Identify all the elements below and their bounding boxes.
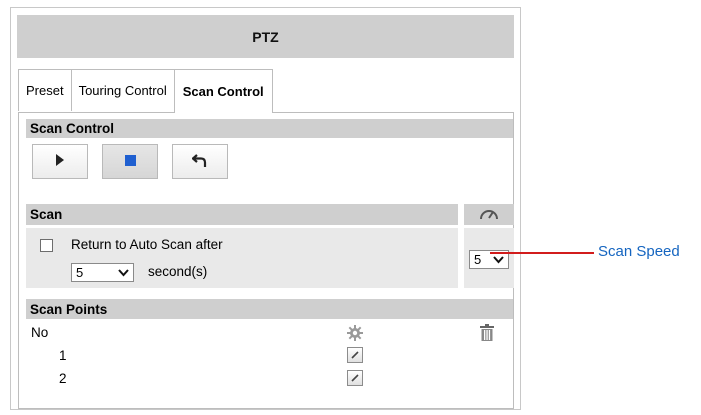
scan-control-content: Scan Control Scan Return to Auto Scan af…	[18, 112, 514, 409]
scan-point-no: 2	[59, 371, 67, 386]
tab-scan-control[interactable]: Scan Control	[173, 69, 273, 113]
panel-title: PTZ	[17, 15, 514, 58]
chevron-down-icon	[118, 265, 129, 280]
speed-cell: 5	[464, 228, 514, 288]
scan-control-header: Scan Control	[26, 119, 513, 138]
auto-scan-label: Return to Auto Scan after	[71, 237, 223, 252]
speedometer-icon	[479, 206, 499, 223]
scan-header: Scan	[26, 204, 458, 225]
trash-icon[interactable]	[480, 324, 494, 344]
edit-icon[interactable]	[347, 347, 363, 363]
scan-points-header: Scan Points	[26, 299, 513, 319]
auto-scan-row: Return to Auto Scan after 5 second(s)	[26, 228, 458, 288]
return-button[interactable]	[172, 144, 228, 179]
tab-touring-control[interactable]: Touring Control	[70, 69, 175, 111]
speed-column-header	[464, 204, 514, 225]
scan-speed-callout-line	[490, 252, 594, 254]
tab-preset[interactable]: Preset	[18, 69, 72, 111]
edit-icon[interactable]	[347, 370, 363, 386]
seconds-select[interactable]: 5	[71, 263, 134, 282]
stop-icon	[124, 154, 136, 169]
scan-speed-callout-label: Scan Speed	[598, 243, 680, 260]
stop-button[interactable]	[102, 144, 158, 179]
seconds-value: 5	[76, 265, 84, 280]
column-no-header: No	[31, 325, 49, 340]
chevron-down-icon	[493, 252, 504, 267]
gear-icon[interactable]	[347, 325, 363, 344]
ptz-panel: PTZ Preset Touring Control Scan Control …	[10, 7, 521, 410]
return-icon	[191, 152, 208, 171]
tab-bar: Preset Touring Control Scan Control	[18, 69, 273, 113]
seconds-unit-label: second(s)	[148, 264, 208, 279]
play-button[interactable]	[32, 144, 88, 179]
scan-speed-value: 5	[474, 252, 482, 267]
scan-point-no: 1	[59, 348, 67, 363]
play-icon	[55, 154, 65, 169]
auto-scan-checkbox[interactable]	[40, 239, 53, 252]
